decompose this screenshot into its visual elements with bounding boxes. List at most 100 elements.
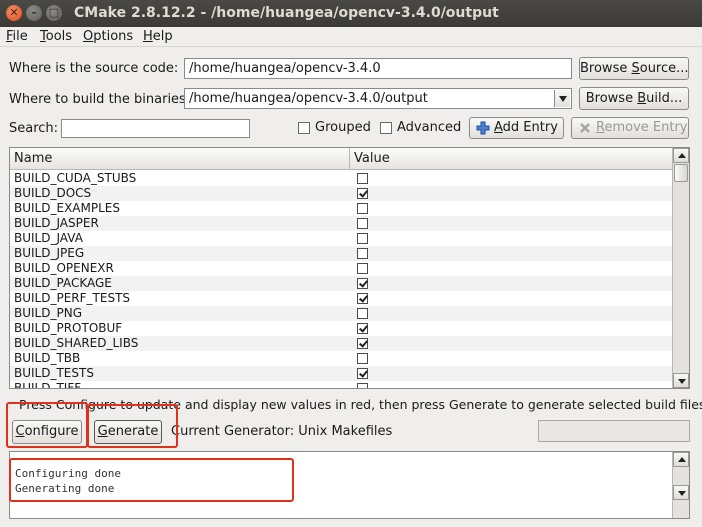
row-value-checkbox[interactable] (357, 353, 368, 364)
add-entry-button[interactable]: Add Entry (469, 117, 564, 139)
table-row[interactable]: BUILD_SHARED_LIBS (10, 336, 672, 351)
add-entry-label: dd Entry (502, 120, 558, 135)
browse-source-label-post: ource... (639, 61, 689, 76)
row-name: BUILD_PROTOBUF (14, 321, 123, 335)
row-value-checkbox[interactable] (357, 263, 368, 274)
menu-bar: File Tools Options Help (0, 27, 702, 47)
table-scrollbar[interactable] (672, 148, 689, 388)
table-row[interactable]: BUILD_EXAMPLES (10, 201, 672, 216)
table-row[interactable]: BUILD_JASPER (10, 216, 672, 231)
progress-bar (538, 420, 690, 442)
table-row[interactable]: BUILD_OPENEXR (10, 261, 672, 276)
remove-entry-label: emove Entry (604, 120, 688, 135)
scroll-down-arrow-icon[interactable] (673, 373, 689, 388)
row-value-checkbox[interactable] (357, 278, 368, 289)
column-header-value[interactable]: Value (350, 148, 672, 170)
highlight-configure (6, 402, 88, 448)
row-value-checkbox[interactable] (357, 293, 368, 304)
grouped-checkbox[interactable] (298, 122, 310, 134)
build-dir-combo[interactable]: /home/huangea/opencv-3.4.0/output (184, 88, 572, 109)
row-name: BUILD_OPENEXR (14, 261, 114, 275)
row-value-checkbox[interactable] (357, 308, 368, 319)
table-row[interactable]: BUILD_JPEG (10, 246, 672, 261)
browse-build-button[interactable]: Browse Build... (579, 87, 689, 110)
menu-help-label: elp (152, 29, 173, 44)
source-code-label: Where is the source code: (9, 61, 179, 76)
table-row[interactable]: BUILD_TESTS (10, 366, 672, 381)
search-label: Search: (9, 121, 59, 136)
row-name: BUILD_TBB (14, 351, 81, 365)
browse-source-mnemonic: S (631, 61, 640, 76)
highlight-generate (87, 404, 178, 448)
title-bar: ✕ – □ CMake 2.8.12.2 - /home/huangea/ope… (0, 0, 702, 27)
row-name: BUILD_PNG (14, 306, 82, 320)
advanced-label: Advanced (397, 120, 462, 135)
source-code-field[interactable]: /home/huangea/opencv-3.4.0 (184, 58, 572, 79)
menu-file[interactable]: File (6, 29, 28, 44)
browse-build-label-pre: Browse (585, 91, 638, 106)
row-name: BUILD_SHARED_LIBS (14, 336, 139, 350)
menu-options[interactable]: Options (83, 29, 133, 44)
row-value-checkbox[interactable] (357, 188, 368, 199)
table-row[interactable]: BUILD_TBB (10, 351, 672, 366)
row-name: BUILD_TESTS (14, 366, 94, 380)
minimize-window-button[interactable]: – (26, 5, 42, 21)
table-header: Name Value (10, 148, 672, 170)
table-row[interactable]: BUILD_CUDA_STUBS (10, 171, 672, 186)
row-value-checkbox[interactable] (357, 203, 368, 214)
row-name: BUILD_JPEG (14, 246, 85, 260)
build-dir-value: /home/huangea/opencv-3.4.0/output (189, 91, 428, 106)
cache-table[interactable]: Name Value BUILD_CUDA_STUBS BUILD_DOCS BUI… (9, 147, 690, 389)
browse-source-button[interactable]: Browse Source... (579, 57, 689, 80)
row-value-checkbox[interactable] (357, 233, 368, 244)
build-dir-label: Where to build the binaries: (9, 92, 191, 107)
table-row[interactable]: BUILD_PACKAGE (10, 276, 672, 291)
menu-options-mnemonic: O (83, 29, 94, 44)
row-value-checkbox[interactable] (357, 218, 368, 229)
row-value-checkbox[interactable] (357, 248, 368, 259)
menu-file-label: ile (12, 29, 28, 44)
menu-help[interactable]: Help (143, 29, 173, 44)
row-name: BUILD_TIFF (14, 381, 82, 389)
row-name: BUILD_DOCS (14, 186, 92, 200)
table-row[interactable]: BUILD_PNG (10, 306, 672, 321)
add-entry-mnemonic: A (494, 120, 503, 135)
advanced-checkbox[interactable] (380, 122, 392, 134)
row-name: BUILD_EXAMPLES (14, 201, 120, 215)
row-value-checkbox[interactable] (357, 383, 368, 388)
combo-dropdown-icon[interactable] (554, 90, 570, 107)
highlight-output (9, 458, 294, 502)
row-name: BUILD_PACKAGE (14, 276, 112, 290)
row-name: BUILD_JASPER (14, 216, 99, 230)
table-rows: BUILD_CUDA_STUBS BUILD_DOCS BUILD_EXAMPLES… (10, 171, 672, 389)
table-row[interactable]: BUILD_DOCS (10, 186, 672, 201)
scrollbar-thumb[interactable] (674, 164, 688, 182)
table-row[interactable]: BUILD_JAVA (10, 231, 672, 246)
scroll-up-arrow-icon[interactable] (673, 148, 689, 163)
browse-source-label-pre: Browse (580, 61, 632, 76)
menu-tools-label: ools (45, 29, 73, 44)
remove-entry-button[interactable]: Remove Entry (571, 117, 689, 139)
search-input[interactable] (61, 119, 250, 138)
row-value-checkbox[interactable] (357, 173, 368, 184)
browse-build-label-post: uild... (646, 91, 683, 106)
grouped-label: Grouped (315, 120, 371, 135)
table-row[interactable]: BUILD_TIFF (10, 381, 672, 389)
row-value-checkbox[interactable] (357, 368, 368, 379)
maximize-window-button[interactable]: □ (46, 5, 62, 21)
menu-tools[interactable]: Tools (40, 29, 72, 44)
browse-build-mnemonic: B (637, 91, 647, 106)
row-name: BUILD_JAVA (14, 231, 83, 245)
plus-icon (476, 121, 490, 135)
menu-options-label: ptions (93, 29, 134, 44)
remove-x-icon (580, 123, 590, 133)
table-row[interactable]: BUILD_PROTOBUF (10, 321, 672, 336)
table-row[interactable]: BUILD_PERF_TESTS (10, 291, 672, 306)
output-scrollbar[interactable] (672, 452, 689, 518)
close-window-button[interactable]: ✕ (6, 5, 22, 21)
scroll-down-arrow-icon[interactable] (673, 485, 689, 500)
row-value-checkbox[interactable] (357, 323, 368, 334)
column-header-name[interactable]: Name (10, 148, 350, 170)
row-value-checkbox[interactable] (357, 338, 368, 349)
scroll-up-arrow-icon[interactable] (673, 452, 689, 467)
